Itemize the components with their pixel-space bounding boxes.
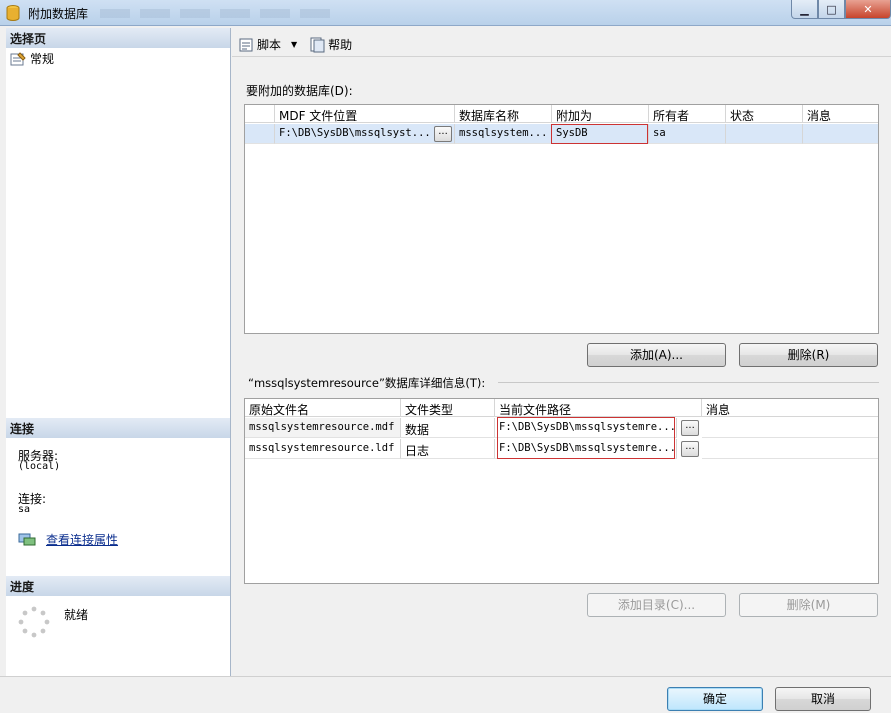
attach-header-rowsel xyxy=(245,105,275,123)
attach-header-mdf: MDF 文件位置 xyxy=(275,105,455,123)
details-grid[interactable]: 原始文件名 文件类型 当前文件路径 消息 mssqlsystemresource… xyxy=(244,398,879,584)
properties-icon xyxy=(10,51,26,65)
cancel-button[interactable]: 取消 xyxy=(775,687,871,711)
footer-divider xyxy=(0,676,891,677)
maximize-icon: □ xyxy=(826,2,837,16)
row-selector[interactable] xyxy=(245,124,275,144)
script-dropdown-arrow[interactable]: ▼ xyxy=(291,40,297,49)
details-separator xyxy=(498,382,879,383)
connection-properties-icon xyxy=(18,533,36,546)
window-title: 附加数据库 xyxy=(28,7,89,21)
attach-header-message: 消息 xyxy=(803,105,878,123)
attach-cell-mdf: F:\DB\SysDB\mssqlsyst... xyxy=(275,124,455,144)
attach-header-status: 状态 xyxy=(726,105,803,123)
view-connection-properties-link[interactable]: 查看连接属性 xyxy=(46,531,118,548)
details-cell-type: 日志 xyxy=(401,439,495,459)
details-cell-message xyxy=(702,418,878,438)
details-cell-file: mssqlsystemresource.ldf xyxy=(245,439,401,459)
close-button[interactable]: ✕ xyxy=(845,0,891,19)
progress-header: 进度 xyxy=(6,576,230,596)
minimize-icon: ▁ xyxy=(800,2,809,16)
details-header-file: 原始文件名 xyxy=(245,399,401,417)
help-button[interactable]: 帮助 xyxy=(309,36,352,53)
ok-button[interactable]: 确定 xyxy=(667,687,763,711)
attach-header-attach-as: 附加为 xyxy=(552,105,649,123)
spinner-icon xyxy=(18,606,50,638)
details-header-path: 当前文件路径 xyxy=(495,399,702,417)
path-highlight xyxy=(497,417,675,459)
window-controls: ▁ □ ✕ xyxy=(791,0,891,20)
nav-item-general-label: 常规 xyxy=(30,52,55,66)
attach-cell-message xyxy=(803,124,878,144)
attach-cell-status xyxy=(726,124,803,144)
script-label: 脚本 xyxy=(257,38,282,52)
nav-item-general[interactable]: 常规 xyxy=(10,50,54,67)
browse-path-button[interactable]: ... xyxy=(681,420,699,436)
script-icon xyxy=(239,38,253,51)
details-header-type: 文件类型 xyxy=(401,399,495,417)
progress-status: 就绪 xyxy=(64,608,89,622)
minimize-button[interactable]: ▁ xyxy=(791,0,818,19)
toolbar: 脚本 ▼ 帮助 xyxy=(238,36,352,53)
background-window-tabs xyxy=(100,9,330,18)
help-label: 帮助 xyxy=(328,38,353,52)
close-icon: ✕ xyxy=(863,2,873,16)
details-header-message: 消息 xyxy=(702,399,878,417)
toolbar-divider xyxy=(232,56,891,57)
add-database-button[interactable]: 添加(A)... xyxy=(587,343,726,367)
title-bar: 附加数据库 ▁ □ ✕ xyxy=(0,0,891,26)
remove-file-button[interactable]: 删除(M) xyxy=(739,593,878,617)
remove-database-button[interactable]: 删除(R) xyxy=(739,343,878,367)
browse-mdf-button[interactable]: ... xyxy=(434,126,452,142)
attach-section-label: 要附加的数据库(D): xyxy=(246,84,353,98)
attach-header-dbname: 数据库名称 xyxy=(455,105,552,123)
select-page-header: 选择页 xyxy=(6,28,230,48)
database-icon xyxy=(6,5,20,21)
attach-as-highlight xyxy=(551,124,648,144)
help-icon xyxy=(310,37,325,52)
details-cell-file: mssqlsystemresource.mdf xyxy=(245,418,401,438)
attach-cell-owner: sa xyxy=(649,124,726,144)
add-catalog-button[interactable]: 添加目录(C)... xyxy=(587,593,726,617)
left-pane: 选择页 常规 连接 服务器: (local) 连接: sa 查看连接属性 进度 … xyxy=(6,28,231,676)
attach-grid[interactable]: MDF 文件位置 数据库名称 附加为 所有者 状态 消息 F:\DB\SysDB… xyxy=(244,104,879,334)
details-cell-type: 数据 xyxy=(401,418,495,438)
attach-header-owner: 所有者 xyxy=(649,105,726,123)
attach-cell-dbname: mssqlsystem... xyxy=(455,124,552,144)
details-cell-message xyxy=(702,439,878,459)
browse-path-button[interactable]: ... xyxy=(681,441,699,457)
details-section-label: “mssqlsystemresource”数据库详细信息(T): xyxy=(248,376,486,390)
maximize-button[interactable]: □ xyxy=(818,0,845,19)
connection-value: sa xyxy=(18,504,31,515)
server-value: (local) xyxy=(18,461,61,472)
script-button[interactable]: 脚本 xyxy=(238,36,281,53)
connection-header: 连接 xyxy=(6,418,230,438)
